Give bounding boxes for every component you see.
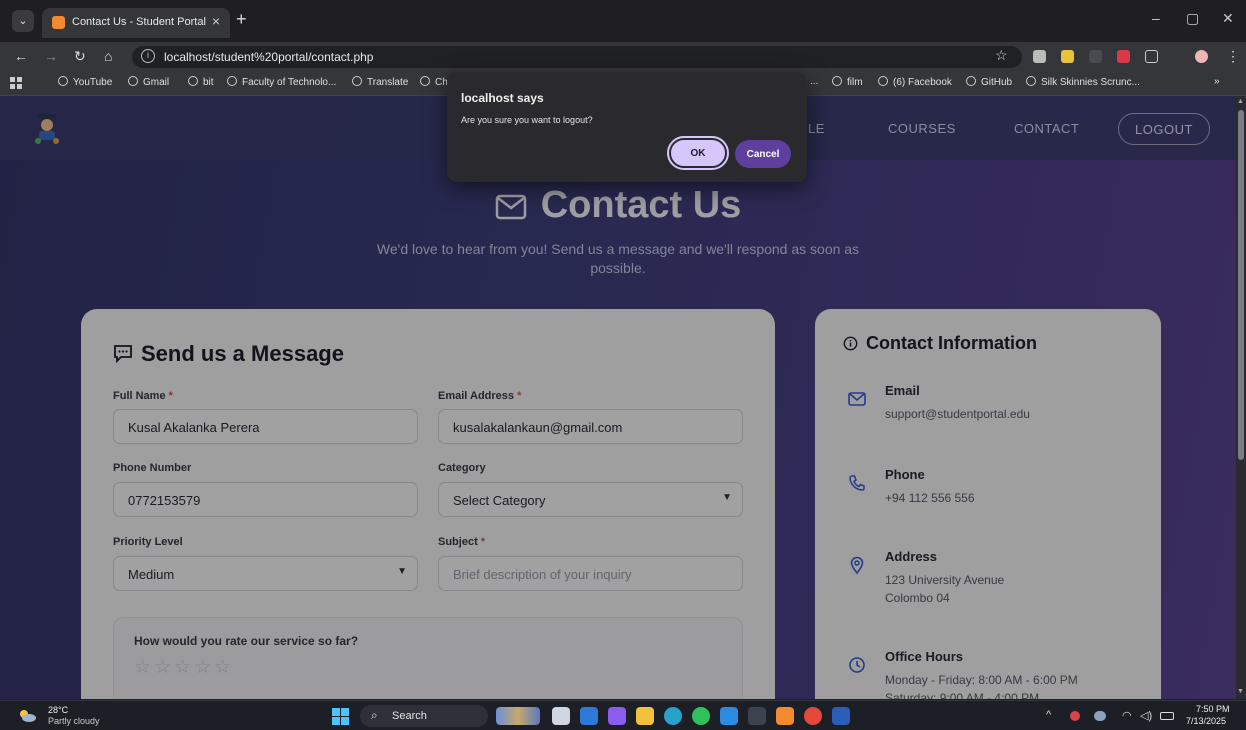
bookmark-gmail[interactable]: Gmail xyxy=(128,76,169,88)
bookmark-youtube[interactable]: YouTube xyxy=(58,76,112,88)
dialog-title: localhost says xyxy=(461,91,544,105)
dialog-message: Are you sure you want to logout? xyxy=(461,115,593,125)
vscode-icon[interactable] xyxy=(720,707,738,725)
weather-temperature[interactable]: 28°C xyxy=(48,705,68,715)
dialog-ok-button[interactable]: OK xyxy=(667,136,729,170)
bookmarks-overflow-button[interactable]: » xyxy=(1214,76,1220,87)
bookmark-faculty[interactable]: Faculty of Technolo... xyxy=(227,76,336,88)
globe-icon xyxy=(227,76,237,86)
browser-tab-active[interactable]: Contact Us - Student Portal × xyxy=(42,8,230,38)
globe-icon xyxy=(352,76,362,86)
reload-icon[interactable]: ↻ xyxy=(74,48,86,65)
scroll-up-icon[interactable]: ▲ xyxy=(1237,98,1244,105)
bookmark-facebook[interactable]: (6) Facebook xyxy=(878,76,952,88)
address-bar[interactable]: i localhost/student%20portal/contact.php xyxy=(132,46,1022,68)
terminal-icon[interactable] xyxy=(748,707,766,725)
show-hidden-icons-icon[interactable]: ^ xyxy=(1046,709,1051,721)
whatsapp-icon[interactable] xyxy=(692,707,710,725)
globe-icon xyxy=(1026,76,1036,86)
globe-icon xyxy=(420,76,430,86)
extension-ww-icon[interactable] xyxy=(1117,50,1130,63)
globe-icon xyxy=(832,76,842,86)
search-icon: ⌕ xyxy=(371,708,378,722)
minimize-button[interactable]: – xyxy=(1152,10,1160,26)
windows-taskbar: 28°C Partly cloudy ⌕ Search ^ ◠ ◁) 7:50 … xyxy=(0,700,1246,730)
tray-network-app-icon[interactable] xyxy=(1094,711,1106,721)
globe-icon xyxy=(128,76,138,86)
tab-search-button[interactable]: ⌄ xyxy=(12,10,34,32)
bookmark-ch[interactable]: Ch xyxy=(420,76,448,88)
dialog-cancel-button[interactable]: Cancel xyxy=(735,140,791,168)
page-scrollbar[interactable]: ▲ ▼ xyxy=(1236,96,1246,699)
site-favicon-icon xyxy=(52,16,65,29)
scroll-down-icon[interactable]: ▼ xyxy=(1237,688,1244,695)
new-tab-button[interactable]: + xyxy=(236,10,247,28)
extension-flag-icon[interactable] xyxy=(1061,50,1074,63)
task-view-icon[interactable] xyxy=(552,707,570,725)
volume-icon[interactable]: ◁) xyxy=(1140,709,1152,722)
copilot-icon[interactable] xyxy=(608,707,626,725)
bookmark-film[interactable]: film xyxy=(832,76,863,88)
address-url[interactable]: localhost/student%20portal/contact.php xyxy=(164,50,373,64)
scrollbar-thumb[interactable] xyxy=(1238,110,1244,460)
battery-icon[interactable] xyxy=(1160,712,1174,720)
widgets-icon[interactable] xyxy=(496,707,540,725)
taskbar-search[interactable]: ⌕ Search xyxy=(360,705,488,727)
tab-close-icon[interactable]: × xyxy=(212,13,220,29)
partly-cloudy-icon[interactable] xyxy=(18,708,36,722)
weather-description[interactable]: Partly cloudy xyxy=(48,716,100,726)
home-icon[interactable]: ⌂ xyxy=(104,48,112,64)
globe-icon xyxy=(878,76,888,86)
extensions-puzzle-icon[interactable] xyxy=(1145,50,1158,63)
browser-toolbar: ← → ↻ ⌂ i localhost/student%20portal/con… xyxy=(0,42,1246,72)
windows-start-icon[interactable] xyxy=(332,708,349,725)
bookmark-star-icon[interactable]: ☆ xyxy=(995,47,1008,64)
forward-icon[interactable]: → xyxy=(44,48,58,64)
extension-z-icon[interactable] xyxy=(1089,50,1102,63)
logout-confirm-dialog: localhost says Are you sure you want to … xyxy=(447,72,807,182)
apps-grid-icon[interactable] xyxy=(10,77,22,89)
modal-overlay xyxy=(0,96,1236,699)
tray-app-icon[interactable] xyxy=(1070,711,1080,721)
bookmark-hidden[interactable]: ... xyxy=(810,76,818,87)
taskbar-date[interactable]: 7/13/2025 xyxy=(1186,716,1226,726)
web-page: LE COURSES CONTACT LOGOUT Contact Us We'… xyxy=(0,96,1236,699)
globe-icon xyxy=(188,76,198,86)
taskbar-search-label: Search xyxy=(392,710,427,722)
profile-avatar-icon[interactable] xyxy=(1195,50,1208,63)
close-window-button[interactable]: ✕ xyxy=(1222,10,1234,27)
bookmark-silk[interactable]: Silk Skinnies Scrunc... xyxy=(1026,76,1140,88)
bookmark-translate[interactable]: Translate xyxy=(352,76,408,88)
edge-browser-icon[interactable] xyxy=(664,707,682,725)
file-explorer-icon[interactable] xyxy=(636,707,654,725)
extension-camera-icon[interactable] xyxy=(1033,50,1046,63)
photos-app-icon[interactable] xyxy=(580,707,598,725)
browser-tab-bar: ⌄ Contact Us - Student Portal × + – ▢ ✕ xyxy=(0,0,1246,42)
xampp-icon[interactable] xyxy=(776,707,794,725)
back-icon[interactable]: ← xyxy=(14,48,28,64)
taskbar-time[interactable]: 7:50 PM xyxy=(1196,704,1230,714)
chrome-icon[interactable] xyxy=(804,707,822,725)
restore-button[interactable]: ▢ xyxy=(1186,10,1199,27)
bookmark-github[interactable]: GitHub xyxy=(966,76,1012,88)
globe-icon xyxy=(58,76,68,86)
browser-menu-icon[interactable]: ⋮ xyxy=(1226,48,1240,65)
wifi-icon[interactable]: ◠ xyxy=(1122,709,1132,722)
tab-title: Contact Us - Student Portal xyxy=(72,16,206,28)
globe-icon xyxy=(966,76,976,86)
site-info-icon[interactable]: i xyxy=(141,49,155,63)
word-icon[interactable] xyxy=(832,707,850,725)
bookmark-bit[interactable]: bit xyxy=(188,76,214,88)
